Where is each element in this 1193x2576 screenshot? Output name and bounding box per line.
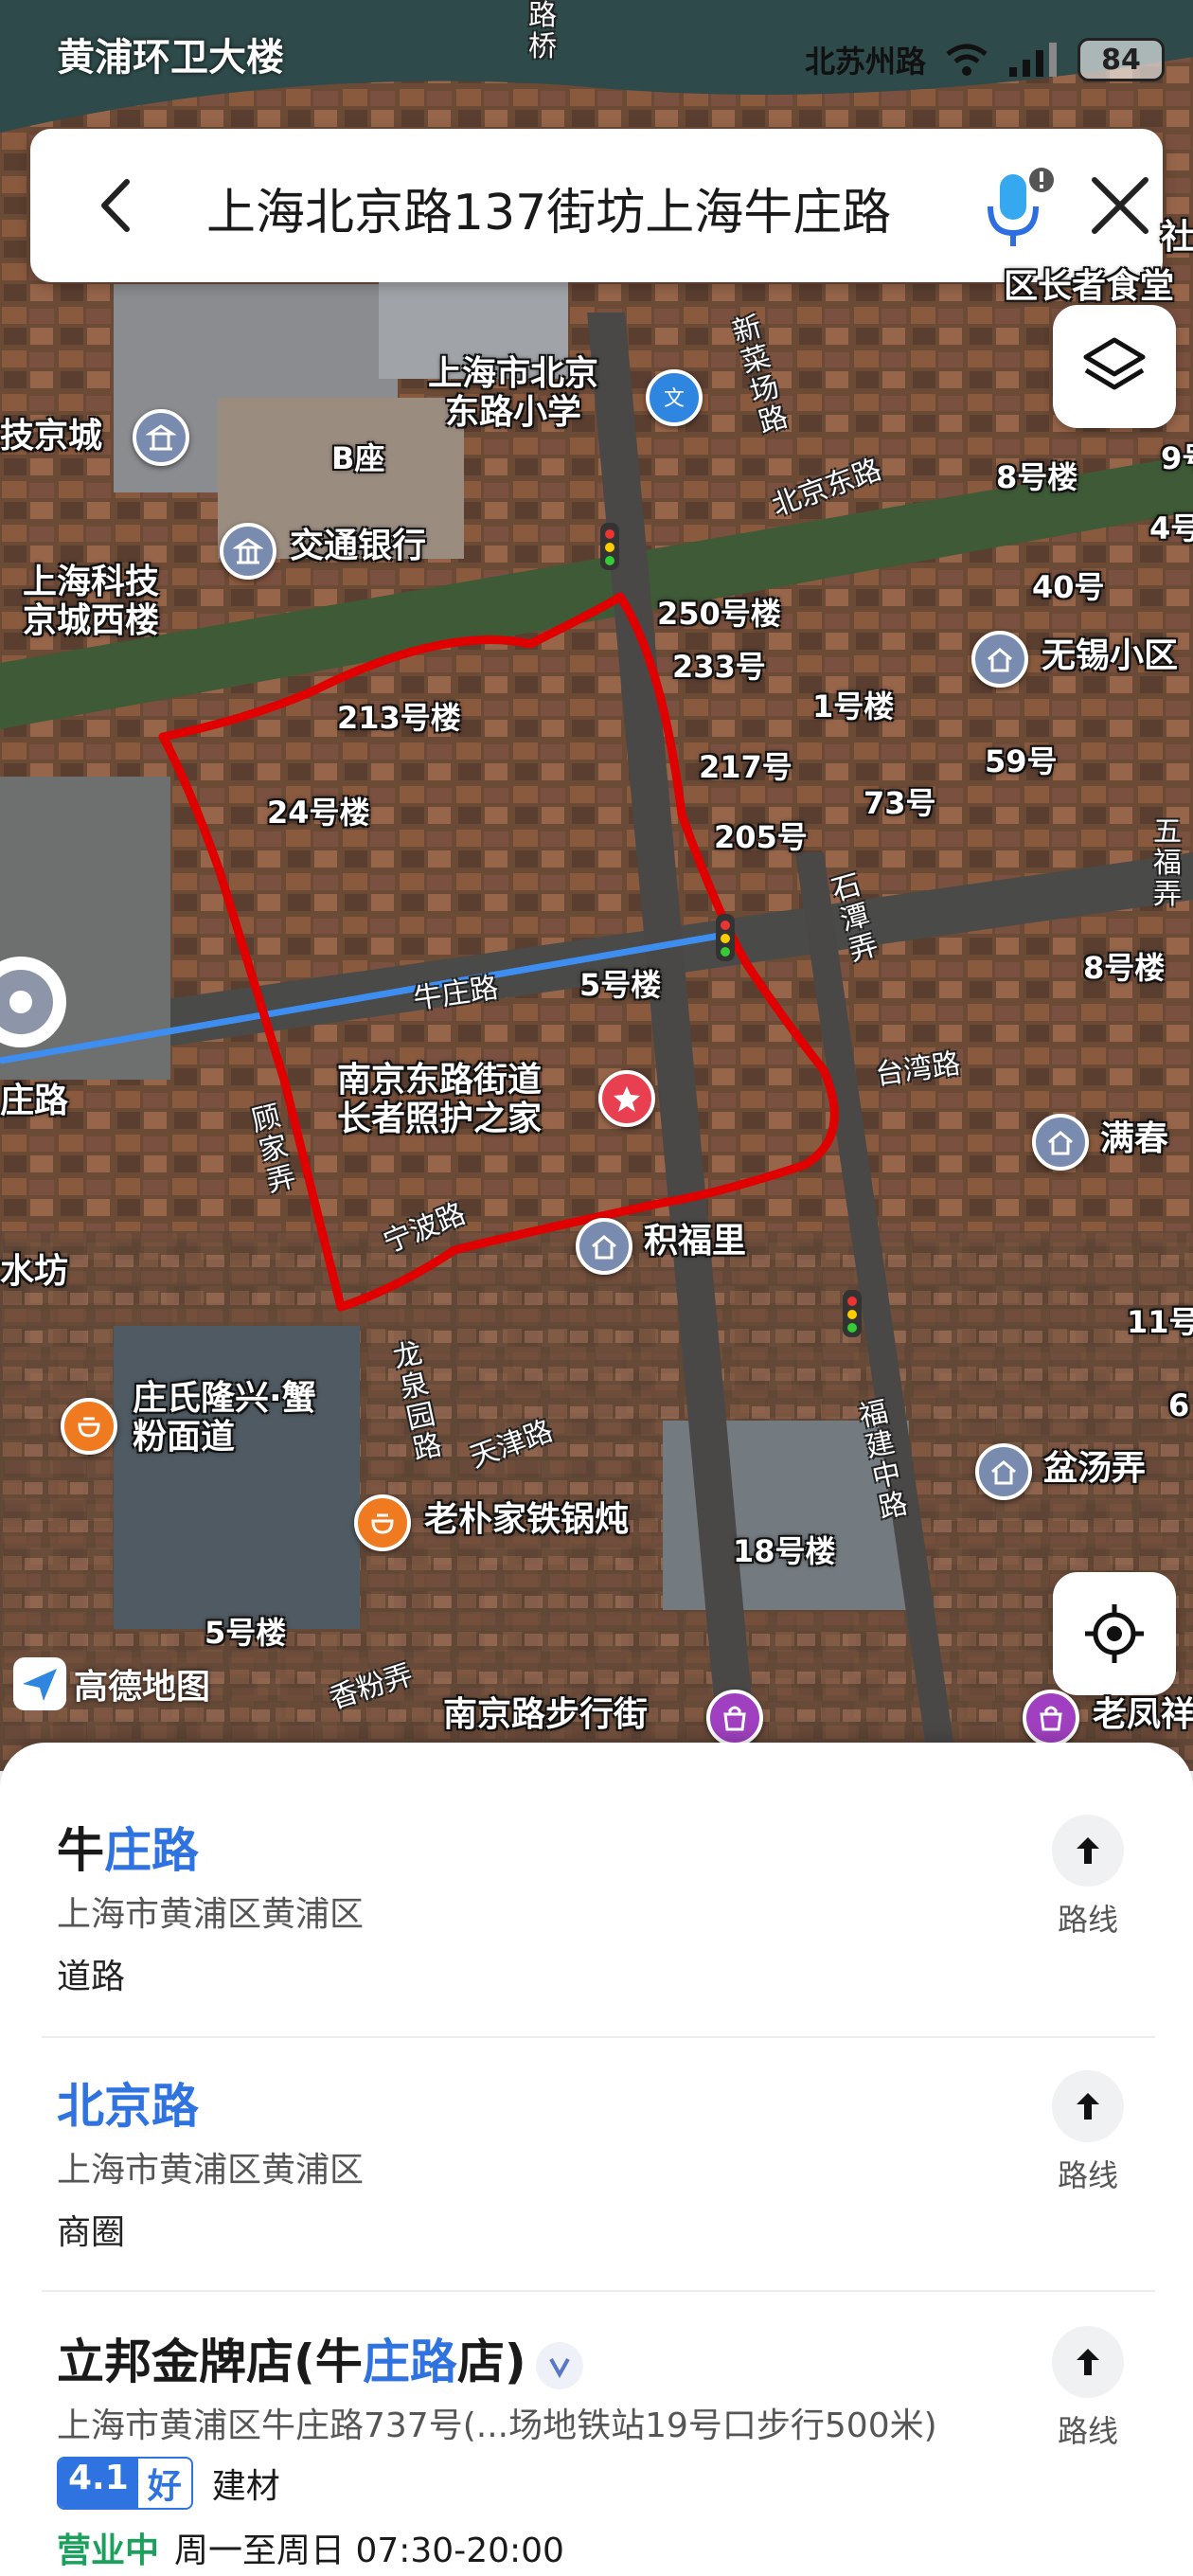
- map-label-community: 社: [1161, 218, 1193, 257]
- map-label-217: 217号: [699, 749, 792, 785]
- divider: [42, 2036, 1155, 2038]
- restaurant-poi-icon[interactable]: [61, 1398, 117, 1455]
- map-label-jifuli: 积福里: [644, 1222, 747, 1261]
- map-label-4: 4号: [1149, 510, 1193, 546]
- back-arrow-icon[interactable]: [87, 174, 150, 237]
- route-arrow-icon: [1077, 2093, 1099, 2120]
- shopping-poi-icon[interactable]: [706, 1690, 763, 1746]
- map-label-205: 205号: [714, 819, 808, 855]
- bank-poi-icon[interactable]: [220, 523, 276, 580]
- search-bar[interactable]: 上海北京路137街坊上海牛庄路: [30, 129, 1163, 282]
- residential-poi-icon[interactable]: [975, 1443, 1032, 1500]
- verified-v-icon: [535, 2341, 583, 2389]
- result-title[interactable]: 牛庄路: [57, 1813, 199, 1881]
- map-label-bank: 交通银行: [290, 527, 427, 565]
- map-label-18: 18号楼: [733, 1533, 836, 1569]
- divider: [42, 2290, 1155, 2292]
- map-label-5b: 5号楼: [205, 1615, 287, 1651]
- map-label-11: 11号: [1127, 1304, 1193, 1340]
- map-label-1: 1号楼: [812, 689, 895, 724]
- result-category: 建材: [211, 2467, 280, 2506]
- map-label-care-home: 南京东路街道 长者照护之家: [337, 1061, 543, 1139]
- result-address: 上海市黄浦区牛庄路737号(...场地铁站19号口步行500米): [57, 2406, 937, 2445]
- locate-me-button[interactable]: [1053, 1572, 1176, 1695]
- network-name: 北苏州路: [804, 44, 926, 80]
- results-sheet[interactable]: 牛庄路 上海市黄浦区黄浦区 道路 路线 北京路 上海市黄浦区黄浦区 商圈 路线 …: [0, 1743, 1193, 2576]
- map-label-laofeng: 老凤祥: [1093, 1695, 1193, 1734]
- map-label-59: 59号: [985, 743, 1058, 779]
- voice-input-icon[interactable]: [977, 161, 1059, 250]
- result-title[interactable]: 立邦金牌店(牛庄路店): [57, 2324, 583, 2392]
- map-label-laopu: 老朴家铁锅炖: [424, 1500, 630, 1539]
- signal-icon: [1009, 43, 1057, 77]
- map-label-wuxi: 无锡小区: [1042, 636, 1179, 675]
- map-label-canteen: 区长者食堂: [1004, 267, 1175, 306]
- status-bar: 黄浦环卫大楼 北苏州路 84: [0, 0, 1193, 133]
- map-label-9: 9号: [1161, 440, 1193, 476]
- map-label-213: 213号楼: [337, 700, 461, 736]
- layers-icon: [1083, 337, 1146, 390]
- road-label-wufu: 五福弄: [1153, 815, 1182, 911]
- result-category: 道路: [57, 1958, 126, 1996]
- map-label-manchun: 满春: [1100, 1119, 1169, 1158]
- star-poi-icon[interactable]: [598, 1070, 655, 1127]
- traffic-light-icon: [600, 523, 619, 570]
- satellite-map[interactable]: 黄浦环卫大楼 北苏州路 84 上海北京路137街坊上海牛庄路 文 上海市北京 东…: [0, 0, 1193, 1771]
- restaurant-poi-icon[interactable]: [354, 1494, 411, 1551]
- search-query-text[interactable]: 上海北京路137街坊上海牛庄路: [206, 172, 891, 243]
- result-address: 上海市黄浦区黄浦区: [57, 2151, 365, 2190]
- status-location-title: 黄浦环卫大楼: [57, 36, 284, 80]
- route-button[interactable]: 路线: [1045, 1815, 1131, 1940]
- map-label-8b: 8号楼: [1083, 950, 1166, 986]
- map-label-233: 233号: [672, 649, 766, 685]
- map-label-pentang: 盆汤弄: [1043, 1449, 1147, 1488]
- school-poi-icon[interactable]: 文: [646, 369, 703, 426]
- map-logo: 高德地图: [13, 1657, 210, 1710]
- route-arrow-icon: [1077, 1837, 1099, 1864]
- map-label-shuifang: 水坊: [0, 1252, 69, 1291]
- road-label-top: 路桥: [528, 0, 557, 63]
- map-logo-text: 高德地图: [74, 1668, 211, 1707]
- residential-poi-icon[interactable]: [576, 1218, 632, 1275]
- result-title[interactable]: 北京路: [57, 2068, 199, 2137]
- map-label-zhuang-road: 庄路: [0, 1082, 69, 1120]
- layers-button[interactable]: [1053, 305, 1176, 428]
- map-label-tech-city: 技京城: [0, 417, 103, 456]
- map-label-nanjing-walk: 南京路步行街: [443, 1695, 649, 1734]
- map-label-keji: 上海科技 京城西楼: [23, 563, 160, 641]
- amap-logo-icon: [13, 1657, 66, 1710]
- wifi-icon: [946, 44, 988, 76]
- map-label-school: 上海市北京 东路小学: [428, 354, 599, 433]
- result-address: 上海市黄浦区黄浦区: [57, 1895, 365, 1934]
- building-poi-icon[interactable]: [133, 409, 189, 466]
- map-label-24: 24号楼: [267, 795, 370, 831]
- map-label-73: 73号: [864, 785, 936, 821]
- map-label-6: 6: [1168, 1387, 1190, 1423]
- open-status: 营业中: [57, 2531, 160, 2570]
- route-button[interactable]: 路线: [1045, 2070, 1131, 2195]
- route-button[interactable]: 路线: [1045, 2326, 1131, 2451]
- rating-badge: 4.1 好: [57, 2457, 193, 2510]
- battery-indicator: 84: [1077, 38, 1165, 81]
- map-label-40: 40号: [1032, 569, 1105, 605]
- map-label-8a: 8号楼: [996, 459, 1078, 495]
- svg-text:文: 文: [664, 387, 685, 411]
- crosshair-icon: [1085, 1604, 1144, 1663]
- residential-poi-icon[interactable]: [1032, 1114, 1089, 1171]
- map-label-5: 5号楼: [579, 967, 662, 1003]
- rating-row: 4.1 好 建材: [57, 2457, 280, 2510]
- close-icon[interactable]: [1087, 172, 1153, 239]
- route-arrow-icon: [1077, 2349, 1099, 2375]
- result-category: 商圈: [57, 2213, 126, 2252]
- residential-poi-icon[interactable]: [971, 631, 1028, 688]
- map-label-250: 250号楼: [657, 596, 781, 632]
- map-label-noodle: 庄氏隆兴·蟹 粉面道: [133, 1379, 316, 1458]
- shopping-poi-icon[interactable]: [1023, 1690, 1079, 1746]
- opening-hours: 营业中 周一至周日 07:30-20:00: [57, 2531, 564, 2570]
- map-label-b-block: B座: [331, 440, 385, 476]
